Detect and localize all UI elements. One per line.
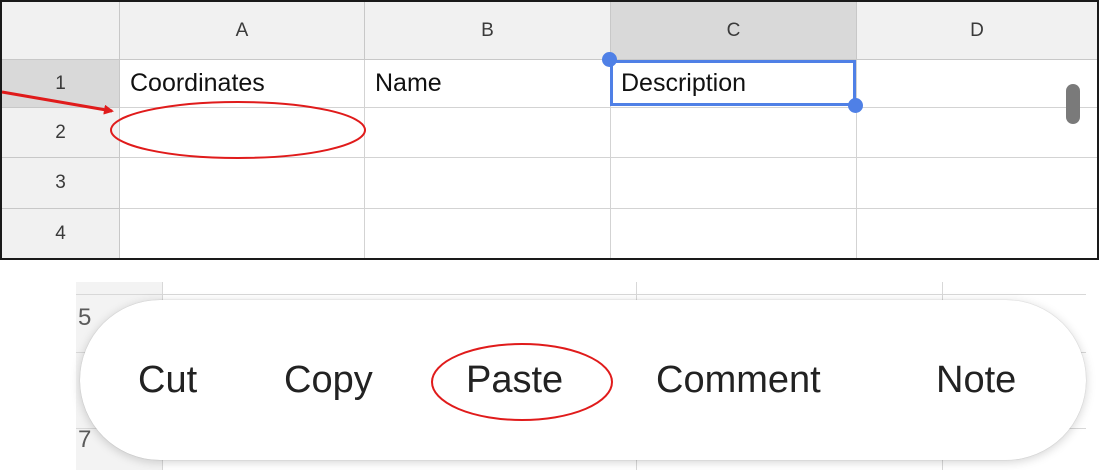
cell-b2[interactable] — [365, 108, 611, 158]
cell-c3[interactable] — [611, 158, 857, 209]
spreadsheet-grid: A B C D 1 2 3 4 Coordinates Name Descrip… — [0, 0, 1099, 260]
cell-a2[interactable] — [120, 108, 365, 158]
menu-item-paste[interactable]: Paste — [466, 300, 563, 460]
column-header-a[interactable]: A — [120, 2, 365, 60]
column-header-c[interactable]: C — [611, 2, 857, 60]
cell-a4[interactable] — [120, 209, 365, 258]
cell-d2[interactable] — [857, 108, 1097, 158]
context-menu: Cut Copy Paste Comment Note — [80, 300, 1086, 460]
row-header-1[interactable]: 1 — [2, 60, 120, 108]
row-header-2[interactable]: 2 — [2, 108, 120, 158]
row-header-4[interactable]: 4 — [2, 209, 120, 258]
column-header-b[interactable]: B — [365, 2, 611, 60]
selection-handle-bottom-right[interactable] — [848, 98, 863, 113]
cell-a1[interactable]: Coordinates — [120, 60, 365, 108]
cell-d4[interactable] — [857, 209, 1097, 258]
menu-item-cut[interactable]: Cut — [138, 300, 197, 460]
vertical-scrollbar[interactable] — [1066, 84, 1080, 124]
cell-b4[interactable] — [365, 209, 611, 258]
selection-handle-top-left[interactable] — [602, 52, 617, 67]
cell-c4[interactable] — [611, 209, 857, 258]
cell-a3[interactable] — [120, 158, 365, 209]
row-header-3[interactable]: 3 — [2, 158, 120, 209]
cell-d3[interactable] — [857, 158, 1097, 209]
grid: A B C D 1 2 3 4 Coordinates Name Descrip… — [2, 2, 1097, 258]
menu-item-copy[interactable]: Copy — [284, 300, 373, 460]
cell-c1[interactable]: Description — [611, 60, 857, 108]
cell-c2[interactable] — [611, 108, 857, 158]
cell-d1[interactable] — [857, 60, 1097, 108]
grid-line — [76, 294, 1086, 295]
column-header-d[interactable]: D — [857, 2, 1097, 60]
cell-b3[interactable] — [365, 158, 611, 209]
menu-item-comment[interactable]: Comment — [656, 300, 821, 460]
select-all-corner[interactable] — [2, 2, 120, 60]
menu-item-note[interactable]: Note — [936, 300, 1016, 460]
cell-b1[interactable]: Name — [365, 60, 611, 108]
